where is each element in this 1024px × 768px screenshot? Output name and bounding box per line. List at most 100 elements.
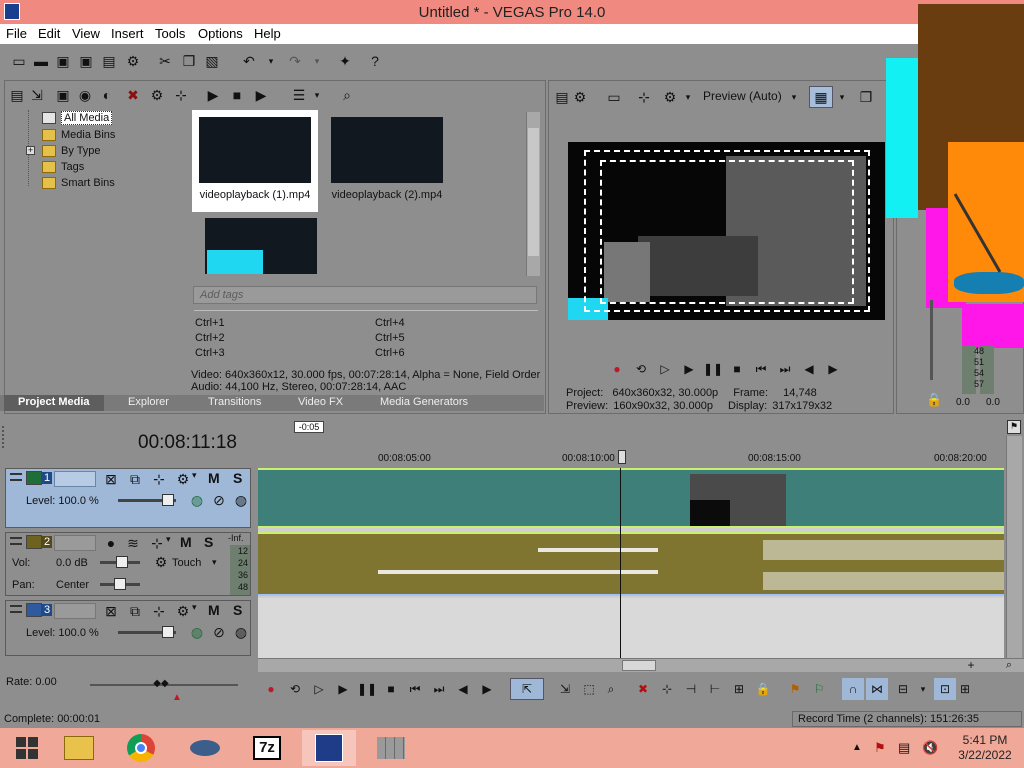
track-fx-icon[interactable]: ⊹ — [150, 602, 168, 620]
stop-media-icon[interactable]: ■ — [228, 86, 246, 104]
dropdown-icon[interactable]: ▾ — [192, 602, 197, 613]
video-event[interactable] — [258, 468, 1004, 528]
slider-thumb[interactable] — [116, 556, 128, 568]
taskbar-app[interactable] — [364, 730, 418, 766]
audio-event-channel-left[interactable] — [258, 532, 1004, 564]
lock-icon[interactable]: 🔒 — [926, 392, 942, 408]
rate-thumb-icon[interactable]: ◆◆ — [148, 678, 174, 690]
add-tags-input[interactable]: Add tags — [193, 286, 537, 304]
track-header-video-1[interactable]: 1 ⊠ ⧉ ⊹ ⚙ ▾ M S Level: 100.0 % ◍ ⊘ ◍ — [5, 468, 251, 528]
slider-thumb[interactable] — [114, 578, 126, 590]
play-from-start-icon[interactable]: ▷ — [658, 362, 672, 376]
auto-preview-icon[interactable]: ▶ — [252, 86, 270, 104]
level-slider[interactable] — [118, 494, 176, 506]
master-fader-track[interactable] — [930, 300, 933, 380]
normal-edit-tool-icon[interactable]: ⇱ — [510, 678, 544, 700]
taskbar-7zip[interactable]: 7z — [240, 730, 294, 766]
automation-gear-icon[interactable]: ⚙ — [152, 553, 170, 571]
trim-end-icon[interactable]: ⊢ — [708, 682, 722, 696]
solo-button[interactable]: S — [233, 470, 242, 486]
solo-button[interactable]: S — [204, 534, 213, 550]
trim-start-icon[interactable]: ⊣ — [684, 682, 698, 696]
track-name-field[interactable] — [54, 471, 96, 487]
track-gear-icon[interactable]: ⚙ — [174, 470, 192, 488]
save-as-icon[interactable]: ▣ — [77, 52, 95, 70]
fx-dropdown-icon[interactable]: ▾ — [679, 88, 697, 106]
go-to-start-icon[interactable]: ⏮ — [754, 362, 768, 376]
pause-icon[interactable]: ❚❚ — [357, 682, 377, 696]
menu-edit[interactable]: Edit — [38, 26, 60, 41]
loop-icon[interactable]: ⟲ — [634, 362, 648, 376]
taskbar-vegas-pro[interactable] — [302, 730, 356, 766]
trim-icon[interactable]: ⊹ — [660, 682, 674, 696]
previous-frame-icon[interactable]: ◀ — [802, 362, 816, 376]
marker-flag-icon[interactable]: ⚑ — [1007, 420, 1021, 434]
arm-record-icon[interactable]: ● — [102, 534, 120, 552]
video-preview-screen[interactable] — [568, 142, 885, 320]
tree-item-media-bins[interactable]: Media Bins — [42, 127, 115, 143]
track-header-audio-2[interactable]: 2 ● ≋ ⊹ ▾ M S -Inf. Vol: 0.0 dB ⚙ Touch … — [5, 532, 251, 596]
selection-tool-icon[interactable]: ⬚ — [582, 682, 596, 696]
play-icon[interactable]: ▶ — [336, 682, 350, 696]
tab-explorer[interactable]: Explorer — [128, 396, 169, 408]
go-to-end-icon[interactable]: ⏭ — [432, 682, 446, 696]
menu-help[interactable]: Help — [254, 26, 281, 41]
next-frame-icon[interactable]: ▶ — [826, 362, 840, 376]
undo-icon[interactable]: ↶ — [240, 52, 258, 70]
overlays-grid-icon[interactable]: ▦ — [809, 86, 833, 108]
track-gear-icon[interactable]: ⚙ — [174, 602, 192, 620]
loop-icon[interactable]: ⟲ — [288, 682, 302, 696]
start-button[interactable] — [0, 730, 54, 766]
media-item-1[interactable]: videoplayback (1).mp4 — [192, 110, 318, 212]
stop-icon[interactable]: ■ — [384, 682, 398, 696]
pause-icon[interactable]: ❚❚ — [703, 362, 723, 376]
mute-button[interactable]: M — [208, 602, 220, 618]
invert-phase-icon[interactable]: ≋ — [124, 534, 142, 552]
taskbar-file-explorer[interactable] — [52, 730, 106, 766]
track-header-video-3[interactable]: 3 ⊠ ⧉ ⊹ ⚙ ▾ M S Level: 100.0 % ◍ ⊘ ◍ — [5, 600, 251, 656]
speaker-muted-icon[interactable]: 🔇 — [922, 740, 938, 756]
split-icon[interactable]: ⊞ — [732, 682, 746, 696]
media-generators-icon[interactable]: ⊹ — [172, 86, 190, 104]
tab-video-fx[interactable]: Video FX — [298, 396, 343, 408]
expand-icon[interactable]: + — [26, 146, 35, 155]
show-hidden-icons-icon[interactable]: ▲ — [852, 742, 862, 753]
compositing-child-icon[interactable]: ◍ — [188, 491, 206, 509]
rate-slider[interactable]: ◆◆ ▲ — [90, 678, 238, 703]
mute-button[interactable]: M — [208, 470, 220, 486]
capture-video-icon[interactable]: ▣ — [54, 86, 72, 104]
track-fx-icon[interactable]: ⊹ — [150, 470, 168, 488]
slider-thumb[interactable] — [162, 626, 174, 638]
track-fx-icon[interactable]: ⊹ — [148, 534, 166, 552]
previous-frame-icon[interactable]: ◀ — [456, 682, 470, 696]
media-fx-icon[interactable]: ⚙ — [148, 86, 166, 104]
menu-options[interactable]: Options — [198, 26, 243, 41]
media-item-2[interactable]: videoplayback (2).mp4 — [324, 110, 450, 212]
scrollbar-thumb[interactable] — [622, 660, 656, 671]
dropdown-icon[interactable]: ▾ — [192, 470, 197, 481]
views-dropdown-icon[interactable]: ▾ — [308, 86, 326, 104]
track-name-field[interactable] — [54, 535, 96, 551]
network-icon[interactable]: ▤ — [898, 740, 910, 756]
preview-properties-icon[interactable]: ⚙ — [571, 88, 589, 106]
action-center-icon[interactable]: ⚑ — [874, 740, 886, 756]
dropdown-icon[interactable]: ▾ — [212, 557, 217, 568]
menu-file[interactable]: File — [6, 26, 27, 41]
tab-project-media[interactable]: Project Media — [18, 396, 90, 408]
tree-item-by-type[interactable]: By Type — [42, 143, 101, 159]
track-motion-icon[interactable]: ⊠ — [102, 470, 120, 488]
volume-slider[interactable] — [100, 556, 140, 568]
scrollbar-thumb[interactable] — [528, 128, 539, 256]
record-icon[interactable]: ● — [610, 362, 624, 376]
tab-transitions[interactable]: Transitions — [208, 396, 261, 408]
remove-media-icon[interactable]: ✖ — [124, 86, 142, 104]
record-icon[interactable]: ● — [264, 682, 278, 696]
play-icon[interactable]: ▶ — [682, 362, 696, 376]
composite-mode-icon[interactable]: ⧉ — [126, 602, 144, 620]
extract-audio-icon[interactable]: ◐ — [98, 86, 116, 104]
menu-insert[interactable]: Insert — [111, 26, 144, 41]
import-media-icon[interactable]: ⇲ — [28, 86, 46, 104]
compositing-child-icon[interactable]: ◍ — [188, 623, 206, 641]
open-folder-icon[interactable]: ▬ — [32, 52, 50, 70]
copy-icon[interactable]: ❐ — [180, 52, 198, 70]
